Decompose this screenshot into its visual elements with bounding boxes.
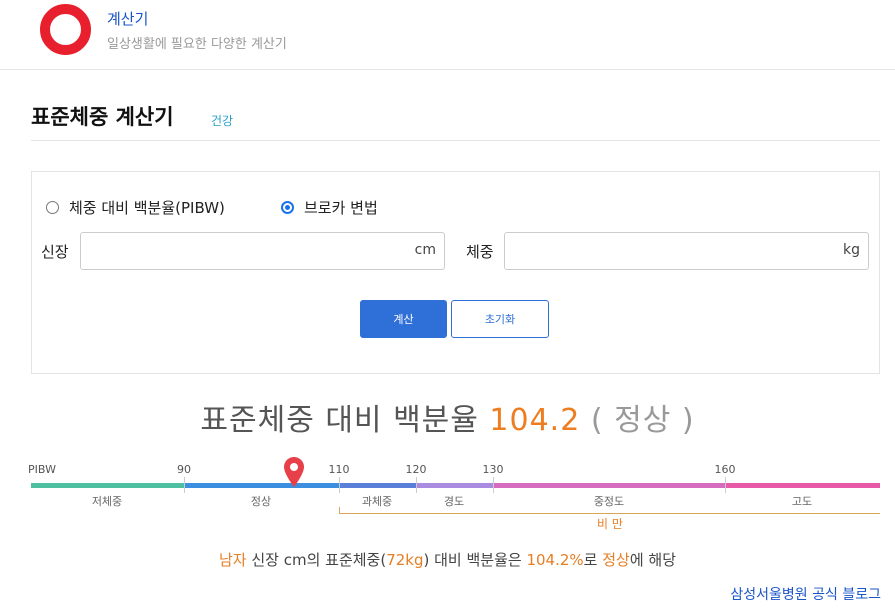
gauge-tick bbox=[184, 477, 185, 493]
radio-broca[interactable]: 브로카 변법 bbox=[281, 197, 378, 218]
gauge-tick bbox=[725, 477, 726, 493]
weight-input[interactable]: kg bbox=[504, 232, 869, 270]
height-label: 신장 bbox=[41, 243, 69, 261]
summary-text-3: 로 bbox=[583, 551, 603, 569]
calculate-button[interactable]: 계산 bbox=[360, 300, 447, 338]
gauge-tick-label-pibw: PIBW bbox=[28, 463, 56, 476]
gauge-tick-label-110: 110 bbox=[328, 463, 350, 476]
height-unit: cm bbox=[414, 242, 436, 258]
zone-label-underweight: 저체중 bbox=[91, 495, 123, 508]
result-open-paren: ( bbox=[590, 403, 604, 438]
gauge-segment-mild bbox=[416, 483, 493, 488]
zone-label-moderate: 중정도 bbox=[593, 495, 625, 508]
result-summary: 남자 신장 cm의 표준체중(72kg) 대비 백분율은 104.2%로 정상에… bbox=[0, 549, 895, 570]
height-input[interactable]: cm bbox=[80, 232, 445, 270]
result-close-paren: ) bbox=[681, 403, 695, 438]
title-divider bbox=[31, 140, 880, 141]
summary-text-2: ) 대비 백분율은 bbox=[423, 551, 527, 569]
weight-unit: kg bbox=[843, 242, 860, 258]
summary-text-4: 에 해당 bbox=[629, 551, 677, 569]
result-value: 104.2 bbox=[489, 403, 581, 438]
pibw-gauge: PIBW 90 110 120 130 160 저체중 정상 과체중 경도 중정… bbox=[0, 455, 895, 545]
summary-std-weight: 72kg bbox=[386, 551, 424, 569]
gauge-tick-label-90: 90 bbox=[177, 463, 191, 476]
reset-button[interactable]: 초기화 bbox=[451, 300, 549, 338]
app-logo[interactable] bbox=[40, 4, 91, 55]
summary-text-1: 신장 cm의 표준체중( bbox=[246, 551, 387, 569]
radio-broca-label: 브로카 변법 bbox=[304, 199, 378, 217]
category-tag[interactable]: 건강 bbox=[211, 112, 233, 129]
radio-pibw-label: 체중 대비 백분율(PIBW) bbox=[69, 199, 225, 217]
gauge-segment-moderate bbox=[493, 483, 725, 488]
obese-label: 비 만 bbox=[597, 517, 623, 531]
gauge-tick-label-160: 160 bbox=[714, 463, 736, 476]
obese-range-line bbox=[339, 513, 880, 514]
gauge-tick-label-120: 120 bbox=[405, 463, 427, 476]
result-prefix: 표준체중 대비 백분율 bbox=[200, 403, 479, 438]
zone-label-overweight: 과체중 bbox=[361, 495, 393, 508]
zone-label-severe: 고도 bbox=[791, 495, 813, 508]
gauge-tick bbox=[493, 477, 494, 493]
radio-unselected-icon[interactable] bbox=[46, 201, 59, 214]
zone-label-normal: 정상 bbox=[250, 495, 272, 508]
summary-gender: 남자 bbox=[218, 551, 247, 569]
gauge-segment-underweight bbox=[31, 483, 184, 488]
source-link[interactable]: 삼성서울병원 공식 블로그 bbox=[730, 584, 881, 604]
app-subtitle: 일상생활에 필요한 다양한 계산기 bbox=[107, 37, 287, 52]
radio-selected-icon[interactable] bbox=[281, 201, 294, 214]
location-pin-icon bbox=[284, 457, 305, 487]
gauge-tick bbox=[416, 477, 417, 493]
page-title: 표준체중 계산기 bbox=[31, 105, 174, 129]
summary-status: 정상 bbox=[602, 551, 630, 569]
gauge-segment-normal bbox=[184, 483, 339, 488]
weight-label: 체중 bbox=[466, 243, 494, 261]
summary-percent: 104.2% bbox=[526, 551, 584, 569]
zone-label-mild: 경도 bbox=[443, 495, 465, 508]
gauge-segment-severe bbox=[725, 483, 880, 488]
radio-pibw[interactable]: 체중 대비 백분율(PIBW) bbox=[46, 197, 225, 218]
app-title[interactable]: 계산기 bbox=[107, 8, 148, 29]
result-status: 정상 bbox=[614, 403, 672, 438]
gauge-tick-label-130: 130 bbox=[482, 463, 504, 476]
gauge-segment-overweight bbox=[339, 483, 416, 488]
gauge-tick bbox=[339, 477, 340, 493]
result-line: 표준체중 대비 백분율 104.2 ( 정상 ) bbox=[0, 395, 895, 439]
app-header: 계산기 일상생활에 필요한 다양한 계산기 bbox=[0, 0, 895, 70]
